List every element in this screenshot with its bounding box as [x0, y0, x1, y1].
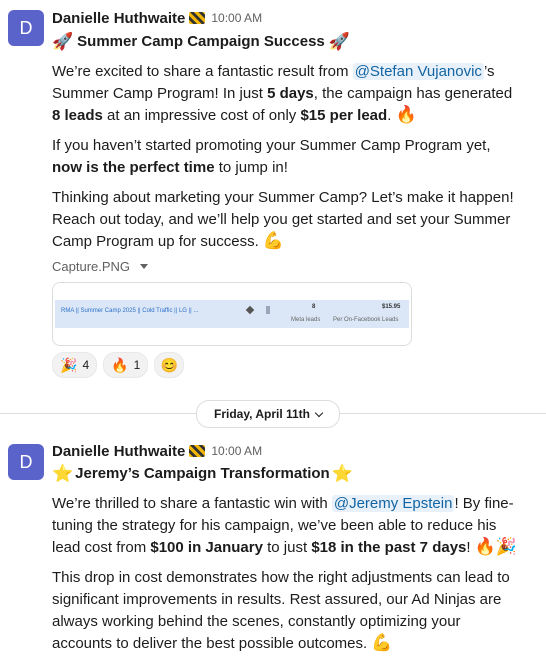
author-avatar[interactable]: D: [8, 10, 44, 46]
text: !: [466, 539, 471, 556]
reaction-fire[interactable]: 🔥 1: [103, 352, 149, 378]
party-popper-icon: 🎉: [60, 357, 78, 373]
add-reaction-icon: 😊: [160, 357, 178, 373]
chevron-down-icon: [314, 408, 324, 417]
star-icon: ⭐: [52, 463, 74, 483]
rocket-icon: 🚀: [328, 31, 350, 51]
fire-icon: 🔥: [395, 105, 417, 124]
message-paragraph: This drop in cost demonstrates how the r…: [52, 567, 522, 655]
preview-campaign-name: RMA || Summer Camp 2025 || Cold Traffic …: [61, 308, 199, 314]
add-reaction-button[interactable]: 😊: [154, 352, 185, 378]
author-avatar[interactable]: D: [8, 444, 44, 480]
text: We’re thrilled to share a fantastic win …: [52, 495, 332, 512]
author-name[interactable]: Danielle Huthwaite: [52, 443, 185, 460]
user-mention[interactable]: @Stefan Vujanovic: [352, 63, 484, 80]
text: If you haven’t started promoting your Su…: [52, 137, 491, 154]
star-icon: ⭐: [331, 463, 353, 483]
message-header: Danielle Huthwaite 10:00 AM: [52, 8, 262, 28]
preview-leads-value: 8: [312, 304, 316, 310]
flexed-biceps-icon: 💪: [371, 633, 393, 652]
message-paragraph: We’re thrilled to share a fantastic win …: [52, 493, 522, 559]
preview-cost-value: $15.95: [382, 304, 401, 310]
message-timestamp[interactable]: 10:00 AM: [211, 11, 262, 25]
preview-table-row: RMA || Summer Camp 2025 || Cold Traffic …: [55, 300, 409, 328]
message-timestamp[interactable]: 10:00 AM: [211, 444, 262, 458]
preview-cost-label: Per On-Facebook Leads: [333, 317, 399, 323]
text: .: [387, 107, 392, 124]
bold-text: $15 per lead: [300, 107, 388, 124]
chevron-down-icon[interactable]: [140, 264, 149, 269]
date-label: Friday, April 11th: [213, 407, 311, 421]
file-attachment-header[interactable]: Capture.PNG: [52, 259, 149, 274]
message-paragraph: If you haven’t started promoting your Su…: [52, 135, 522, 179]
reaction-count: 4: [82, 358, 90, 372]
message-paragraph: We’re excited to share a fantastic resul…: [52, 61, 522, 127]
text: to jump in!: [214, 159, 288, 176]
bold-text: now is the perfect time: [52, 159, 215, 176]
message-header: Danielle Huthwaite 10:00 AM: [52, 441, 262, 461]
message-title: 🚀 Summer Camp Campaign Success 🚀: [52, 30, 350, 52]
title-text: Jeremy’s Campaign Transformation: [75, 464, 330, 482]
reaction-count: 1: [133, 358, 141, 372]
bold-text: $18 in the past 7 days: [311, 539, 467, 556]
text: , the campaign has generated: [313, 85, 513, 102]
fire-icon: 🔥: [111, 357, 129, 373]
author-name[interactable]: Danielle Huthwaite: [52, 10, 185, 27]
reaction-party[interactable]: 🎉 4: [52, 352, 98, 378]
party-popper-icon: 🎉: [495, 537, 518, 556]
fire-icon: 🔥: [474, 537, 496, 556]
date-divider-button[interactable]: Friday, April 11th: [196, 400, 340, 428]
file-name[interactable]: Capture.PNG: [52, 259, 130, 274]
bold-text: 8 leads: [52, 107, 103, 124]
text: This drop in cost demonstrates how the r…: [52, 569, 510, 652]
bold-text: $100 in January: [150, 539, 263, 556]
construction-status-icon: [189, 12, 206, 24]
rocket-icon: 🚀: [52, 31, 74, 51]
preview-leads-label: Meta leads: [291, 317, 321, 323]
bold-text: 5 days: [267, 85, 314, 102]
pin-icon: [266, 306, 270, 314]
text: to just: [262, 539, 312, 556]
pencil-icon: [245, 305, 255, 315]
text: We’re excited to share a fantastic resul…: [52, 63, 353, 80]
user-mention[interactable]: @Jeremy Epstein: [331, 495, 455, 512]
message-title: ⭐ Jeremy’s Campaign Transformation ⭐: [52, 462, 353, 484]
image-preview[interactable]: RMA || Summer Camp 2025 || Cold Traffic …: [52, 282, 412, 346]
message-paragraph: Thinking about marketing your Summer Cam…: [52, 187, 522, 253]
construction-status-icon: [189, 445, 206, 457]
title-text: Summer Camp Campaign Success: [77, 32, 325, 50]
reactions-bar: 🎉 4 🔥 1 😊: [52, 352, 185, 378]
flexed-biceps-icon: 💪: [262, 231, 285, 250]
text: at an impressive cost of only: [102, 107, 301, 124]
